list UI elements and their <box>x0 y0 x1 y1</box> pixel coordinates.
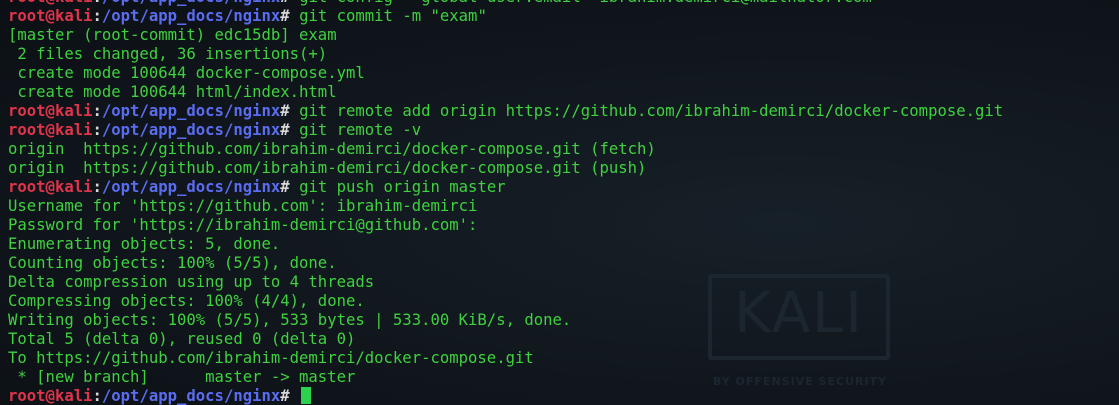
prompt-path: /opt/app_docs/nginx <box>101 178 281 196</box>
output-text: create mode 100644 html/index.html <box>8 83 337 101</box>
prompt-symbol: # <box>280 121 300 139</box>
prompt-user: root@kali <box>8 387 93 405</box>
output-line: [master (root-commit) edc15db] exam <box>8 26 1003 45</box>
prompt-user: root@kali <box>8 121 93 139</box>
prompt-user: root@kali <box>8 102 93 120</box>
prompt-symbol: # <box>280 178 300 196</box>
command-line: root@kali:/opt/app_docs/nginx# git commi… <box>8 7 1003 26</box>
prompt-separator: : <box>92 7 102 25</box>
prompt-path: /opt/app_docs/nginx <box>101 121 281 139</box>
prompt-path: /opt/app_docs/nginx <box>101 102 281 120</box>
command-line: root@kali:/opt/app_docs/nginx# git confi… <box>8 0 1003 7</box>
output-line: Password for 'https://ibrahim-demirci@gi… <box>8 216 1003 235</box>
terminal-output: root@kali:/opt/app_docs/nginx# git confi… <box>8 0 1003 405</box>
prompt-symbol: # <box>280 0 299 6</box>
output-text: Total 5 (delta 0), reused 0 (delta 0) <box>8 330 356 348</box>
command-line: root@kali:/opt/app_docs/nginx# <box>8 387 1003 405</box>
output-line: Compressing objects: 100% (4/4), done. <box>8 292 1003 311</box>
prompt-separator: : <box>92 121 102 139</box>
output-line: Delta compression using up to 4 threads <box>8 273 1003 292</box>
output-text: create mode 100644 docker-compose.yml <box>8 64 365 82</box>
prompt-separator: : <box>92 102 102 120</box>
prompt-separator: : <box>93 0 102 6</box>
prompt-path: /opt/app_docs/nginx <box>101 7 281 25</box>
output-line: origin https://github.com/ibrahim-demirc… <box>8 140 1003 159</box>
command-text: git commit -m "exam" <box>299 7 487 25</box>
output-text: origin https://github.com/ibrahim-demirc… <box>8 159 647 177</box>
command-text: git remote -v <box>299 121 422 139</box>
output-text: Password for 'https://ibrahim-demirci@gi… <box>8 216 478 234</box>
output-line: To https://github.com/ibrahim-demirci/do… <box>8 349 1003 368</box>
output-line: * [new branch] master -> master <box>8 368 1003 387</box>
output-line: origin https://github.com/ibrahim-demirc… <box>8 159 1003 178</box>
prompt-user: root@kali <box>8 178 93 196</box>
output-text: origin https://github.com/ibrahim-demirc… <box>8 140 656 158</box>
prompt-path: /opt/app_docs/nginx <box>101 387 281 405</box>
command-text: git push origin master <box>299 178 506 196</box>
output-text: [master (root-commit) edc15db] exam <box>8 26 337 44</box>
command-text: git remote add origin https://github.com… <box>299 102 1004 120</box>
prompt-separator: : <box>92 178 102 196</box>
output-text: Writing objects: 100% (5/5), 533 bytes |… <box>8 311 572 329</box>
prompt-symbol: # <box>280 387 300 405</box>
output-text: Counting objects: 100% (5/5), done. <box>8 254 337 272</box>
output-line: create mode 100644 docker-compose.yml <box>8 64 1003 83</box>
command-line: root@kali:/opt/app_docs/nginx# git remot… <box>8 102 1003 121</box>
command-line: root@kali:/opt/app_docs/nginx# git push … <box>8 178 1003 197</box>
prompt-user: root@kali <box>8 0 93 6</box>
prompt-symbol: # <box>280 102 300 120</box>
prompt-symbol: # <box>280 7 300 25</box>
output-line: create mode 100644 html/index.html <box>8 83 1003 102</box>
command-line: root@kali:/opt/app_docs/nginx# git remot… <box>8 121 1003 140</box>
output-line: Total 5 (delta 0), reused 0 (delta 0) <box>8 330 1003 349</box>
output-line: Writing objects: 100% (5/5), 533 bytes |… <box>8 311 1003 330</box>
output-text: 2 files changed, 36 insertions(+) <box>8 45 328 63</box>
output-line: Enumerating objects: 5, done. <box>8 235 1003 254</box>
output-line: 2 files changed, 36 insertions(+) <box>8 45 1003 64</box>
text-cursor[interactable] <box>301 387 312 404</box>
prompt-user: root@kali <box>8 7 93 25</box>
output-line: Counting objects: 100% (5/5), done. <box>8 254 1003 273</box>
output-text: Enumerating objects: 5, done. <box>8 235 281 253</box>
output-line: Username for 'https://github.com': ibrah… <box>8 197 1003 216</box>
output-text: * [new branch] master -> master <box>8 368 356 386</box>
output-text: Compressing objects: 100% (4/4), done. <box>8 292 365 310</box>
terminal-window[interactable]: KALI BY OFFENSIVE SECURITY root@kali:/op… <box>0 0 1119 405</box>
command-text: git config --global user.email "ibrahim.… <box>299 0 881 6</box>
output-text: Username for 'https://github.com': ibrah… <box>8 197 478 215</box>
output-text: To https://github.com/ibrahim-demirci/do… <box>8 349 534 367</box>
prompt-path: /opt/app_docs/nginx <box>102 0 280 6</box>
output-text: Delta compression using up to 4 threads <box>8 273 375 291</box>
prompt-separator: : <box>92 387 102 405</box>
